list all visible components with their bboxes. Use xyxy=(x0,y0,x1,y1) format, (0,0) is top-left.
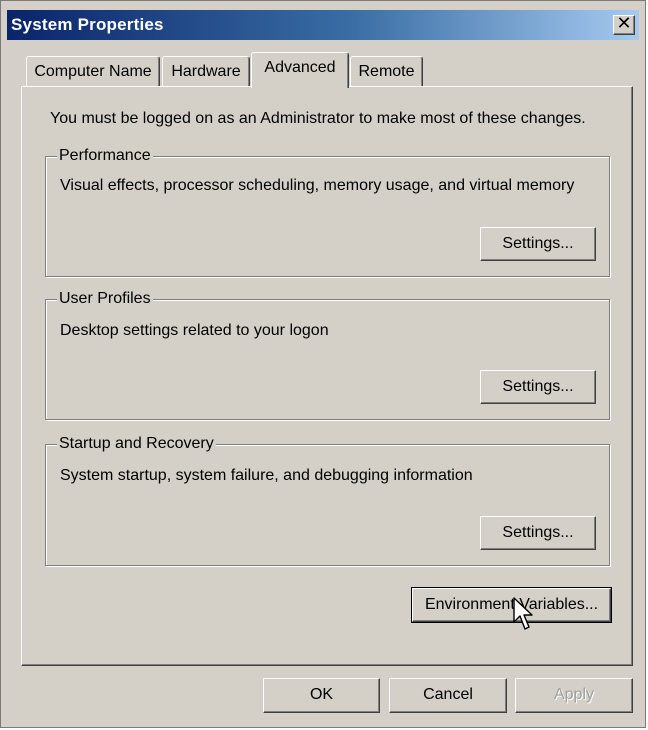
ok-label: OK xyxy=(309,686,334,703)
performance-settings-label: Settings... xyxy=(502,235,574,252)
startup-recovery-legend: Startup and Recovery xyxy=(57,435,216,453)
title-bar[interactable]: System Properties ✕ xyxy=(7,10,639,40)
tab-advanced[interactable]: Advanced xyxy=(251,52,349,88)
user-profiles-description: Desktop settings related to your logon xyxy=(60,322,329,339)
user-profiles-settings-label: Settings... xyxy=(502,378,574,395)
tab-computer-name[interactable]: Computer Name xyxy=(26,56,160,86)
performance-legend: Performance xyxy=(57,147,153,165)
startup-recovery-settings-button[interactable]: Settings... xyxy=(480,516,596,550)
user-profiles-settings-button[interactable]: Settings... xyxy=(480,370,596,404)
close-button[interactable]: ✕ xyxy=(613,13,635,35)
cancel-button[interactable]: Cancel xyxy=(389,678,507,713)
admin-note: You must be logged on as an Administrato… xyxy=(50,110,586,127)
tab-label: Hardware xyxy=(171,63,241,80)
cancel-label: Cancel xyxy=(423,686,473,703)
tab-label: Remote xyxy=(358,63,415,80)
startup-recovery-description: System startup, system failure, and debu… xyxy=(60,467,473,484)
environment-variables-button[interactable]: Environment Variables... xyxy=(411,587,612,623)
system-properties-window: System Properties ✕ Computer Name Hardwa… xyxy=(0,0,646,728)
user-profiles-legend: User Profiles xyxy=(57,290,153,308)
tab-label: Advanced xyxy=(264,59,336,76)
environment-variables-label: Environment Variables... xyxy=(424,596,599,613)
ok-button[interactable]: OK xyxy=(263,678,380,713)
apply-button[interactable]: Apply xyxy=(515,678,633,713)
tab-label: Computer Name xyxy=(34,63,152,80)
window-title: System Properties xyxy=(11,15,164,34)
performance-settings-button[interactable]: Settings... xyxy=(480,227,596,261)
close-icon: ✕ xyxy=(616,13,632,34)
performance-description: Visual effects, processor scheduling, me… xyxy=(60,177,575,194)
startup-recovery-settings-label: Settings... xyxy=(502,524,574,541)
tab-remote[interactable]: Remote xyxy=(350,56,423,86)
tab-hardware[interactable]: Hardware xyxy=(162,56,250,86)
apply-label: Apply xyxy=(553,686,595,703)
